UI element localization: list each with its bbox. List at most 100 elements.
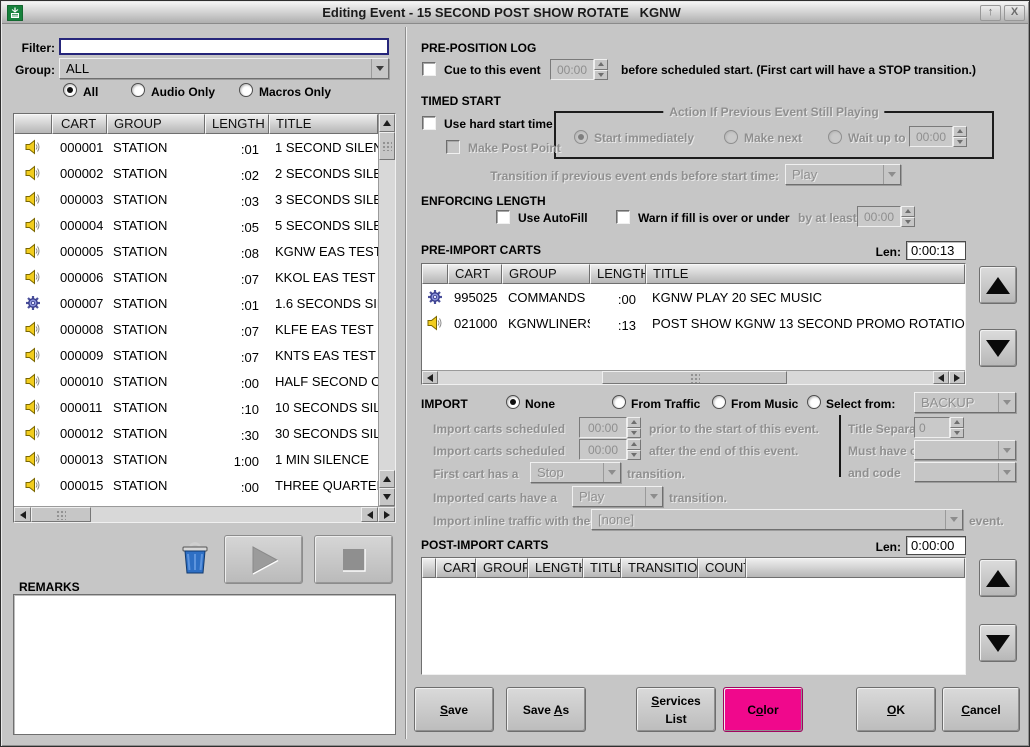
scroll-right-button[interactable] (378, 507, 395, 522)
col-length[interactable]: LENGTH (590, 264, 646, 284)
title-bar[interactable]: Editing Event - 15 SECOND POST SHOW ROTA… (2, 2, 1028, 24)
table-row[interactable]: 021000 KGNWLINERS :13 POST SHOW KGNW 13 … (422, 310, 965, 336)
cue-to-event-checkbox[interactable] (422, 62, 436, 76)
table-row[interactable]: 000012 STATION :30 30 SECONDS SILE (14, 420, 378, 446)
hard-start-checkbox[interactable] (422, 116, 436, 130)
scroll-left-button[interactable] (14, 507, 31, 522)
table-row[interactable]: 000003 STATION :03 3 SECONDS SILEI (14, 186, 378, 212)
spin-down-button (594, 70, 608, 81)
col-title[interactable]: TITLE (269, 114, 378, 134)
radio-import-traffic[interactable] (612, 395, 626, 409)
label-part: ervices (659, 694, 700, 708)
col-title[interactable]: TITLE (583, 558, 621, 578)
cart-title: KKOL EAS TEST IN (269, 270, 378, 285)
table-row[interactable]: 000011 STATION :10 10 SECONDS SILE (14, 394, 378, 420)
col-icon[interactable] (14, 114, 52, 134)
button-label-line2: List (665, 710, 686, 728)
cart-title: 30 SECONDS SILE (269, 426, 378, 441)
label-part: C (747, 703, 756, 717)
post-import-move-down-button[interactable] (979, 624, 1017, 662)
cart-group: STATION (107, 348, 205, 363)
col-cart[interactable]: CART (448, 264, 502, 284)
col-icon[interactable] (422, 558, 436, 578)
spin-buttons (901, 206, 915, 227)
col-length[interactable]: LENGTH (205, 114, 269, 134)
scroll-left-button-2[interactable] (933, 371, 949, 384)
cart-group: STATION (107, 374, 205, 389)
spin-buttons (950, 417, 964, 438)
radio-import-none[interactable] (506, 395, 520, 409)
scrollbar-thumb[interactable] (379, 132, 395, 160)
cart-type-icon (14, 269, 52, 285)
col-length[interactable]: LENGTH (528, 558, 583, 578)
table-row[interactable]: 995025 COMMANDS :00 KGNW PLAY 20 SEC MUS… (422, 284, 965, 310)
services-list-button[interactable]: Services List (636, 687, 716, 732)
save-as-button[interactable]: Save As (506, 687, 586, 732)
must-have-code-combobox (914, 440, 1016, 460)
close-button[interactable]: X (1004, 5, 1025, 21)
table-row[interactable]: 000007 STATION :01 1.6 SECONDS SIL (14, 290, 378, 316)
col-icon[interactable] (422, 264, 448, 284)
col-title[interactable]: TITLE (646, 264, 965, 284)
table-row[interactable]: 000008 STATION :07 KLFE EAS TEST IN (14, 316, 378, 342)
sched-after-spinbox: 00:00 (579, 439, 641, 460)
table-row[interactable]: 000015 STATION :00 THREE QUARTER (14, 472, 378, 498)
post-import-move-up-button[interactable] (979, 559, 1017, 597)
radio-import-music[interactable] (712, 395, 726, 409)
table-row[interactable]: 000001 STATION :01 1 SECOND SILEN (14, 134, 378, 160)
table-row[interactable]: 000004 STATION :05 5 SECONDS SILEI (14, 212, 378, 238)
cart-length: :00 (205, 475, 269, 495)
scroll-down-button[interactable] (379, 488, 395, 506)
pre-import-len-input[interactable] (906, 241, 966, 260)
scrollbar-thumb[interactable] (31, 507, 91, 522)
col-count[interactable]: COUNT (698, 558, 746, 578)
scroll-up-button[interactable] (379, 114, 395, 132)
cart-title: KGNW PLAY 20 SEC MUSIC (646, 290, 965, 305)
horizontal-scrollbar[interactable] (14, 506, 395, 522)
spin-buttons (627, 439, 641, 460)
group-combobox[interactable]: ALL (59, 58, 389, 79)
save-button[interactable]: Save (414, 687, 494, 732)
color-button[interactable]: Color (723, 687, 803, 732)
col-transition[interactable]: TRANSITION (621, 558, 698, 578)
scroll-left-button[interactable] (422, 371, 438, 384)
autofill-checkbox[interactable] (496, 210, 510, 224)
cue-to-event-label: Cue to this event (444, 63, 541, 77)
pre-import-move-up-button[interactable] (979, 266, 1017, 304)
post-import-len-input[interactable] (906, 536, 966, 555)
cart-group: STATION (107, 322, 205, 337)
table-row[interactable]: 000009 STATION :07 KNTS EAS TEST IN (14, 342, 378, 368)
col-group[interactable]: GROUP (502, 264, 590, 284)
col-cart[interactable]: CART (52, 114, 107, 134)
radio-import-select-from[interactable] (807, 395, 821, 409)
scroll-left-button-2[interactable] (361, 507, 378, 522)
ok-button[interactable]: OK (856, 687, 936, 732)
cancel-button[interactable]: Cancel (942, 687, 1020, 732)
table-row[interactable]: 000006 STATION :07 KKOL EAS TEST IN (14, 264, 378, 290)
horizontal-scrollbar[interactable] (422, 370, 965, 384)
scroll-up-button-2[interactable] (379, 470, 395, 488)
title-separation-spinbox: 0 (914, 417, 964, 438)
scrollbar-thumb[interactable] (602, 371, 787, 384)
pre-import-move-down-button[interactable] (979, 329, 1017, 367)
remarks-textarea[interactable] (13, 594, 396, 735)
table-row[interactable]: 000013 STATION 1:00 1 MIN SILENCE (14, 446, 378, 472)
col-group[interactable]: GROUP (107, 114, 205, 134)
radio-audio-only[interactable] (131, 83, 145, 97)
cart-group: STATION (107, 270, 205, 285)
radio-all[interactable] (63, 83, 77, 97)
table-row[interactable]: 000010 STATION :00 HALF SECOND OF (14, 368, 378, 394)
cart-length: :03 (205, 189, 269, 209)
warn-fill-checkbox[interactable] (616, 210, 630, 224)
vertical-scrollbar[interactable] (378, 114, 395, 506)
trash-icon[interactable] (179, 542, 211, 581)
table-row[interactable]: 000005 STATION :08 KGNW EAS TEST (14, 238, 378, 264)
col-cart[interactable]: CART (436, 558, 476, 578)
down-arrow-icon (986, 340, 1010, 357)
col-group[interactable]: GROUP (476, 558, 528, 578)
table-row[interactable]: 000002 STATION :02 2 SECONDS SILEI (14, 160, 378, 186)
shade-button[interactable]: ↑ (980, 5, 1001, 21)
scroll-right-button[interactable] (949, 371, 965, 384)
radio-macros-only[interactable] (239, 83, 253, 97)
filter-input[interactable] (59, 38, 389, 55)
